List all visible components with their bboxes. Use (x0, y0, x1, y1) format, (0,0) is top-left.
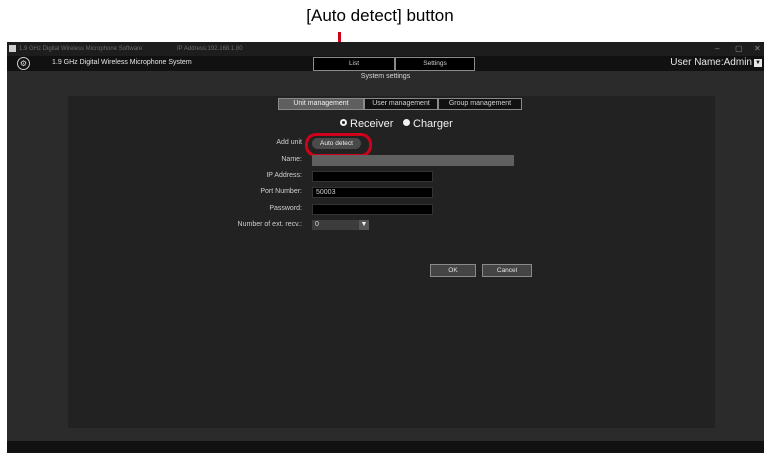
ip-address-field-label: IP Address: (266, 172, 302, 179)
user-name[interactable]: User Name:Admin (670, 57, 752, 68)
app-window: 1.9 GHz Digital Wireless Microphone Soft… (7, 42, 764, 453)
window-titlebar: 1.9 GHz Digital Wireless Microphone Soft… (7, 42, 764, 56)
cancel-button[interactable]: Cancel (482, 264, 532, 277)
password-label: Password: (269, 205, 302, 212)
ext-recv-select[interactable]: 0 (312, 220, 362, 230)
gear-icon[interactable]: ⚙ (17, 57, 30, 70)
close-icon[interactable]: ✕ (754, 44, 761, 53)
tab-unit-management[interactable]: Unit management (278, 98, 364, 110)
charger-radio[interactable]: Charger (403, 118, 453, 130)
maximize-icon[interactable]: ▢ (735, 44, 743, 53)
ip-address-label: IP Address:192.168.1.80 (177, 46, 243, 52)
minimize-icon[interactable]: – (715, 44, 719, 53)
radio-selected-icon (340, 119, 347, 126)
annotation-label: [Auto detect] button (306, 6, 454, 25)
tab-user-management[interactable]: User management (364, 98, 438, 110)
name-label: Name: (281, 156, 302, 163)
page-title: System settings (360, 73, 411, 80)
app-header: ⚙ 1.9 GHz Digital Wireless Microphone Sy… (7, 56, 764, 71)
chevron-down-icon[interactable]: ▼ (359, 220, 369, 230)
app-icon (9, 45, 16, 52)
system-name: 1.9 GHz Digital Wireless Microphone Syst… (52, 59, 192, 66)
receiver-radio[interactable]: Receiver (340, 118, 393, 130)
status-bar (7, 441, 764, 453)
port-number-field[interactable]: 50003 (312, 187, 433, 198)
radio-icon (403, 119, 410, 126)
password-field[interactable] (312, 204, 433, 215)
port-number-label: Port Number: (260, 188, 302, 195)
tab-list[interactable]: List (313, 57, 395, 71)
name-field[interactable] (312, 155, 514, 166)
tab-settings[interactable]: Settings (395, 57, 475, 71)
add-unit-label: Add unit (276, 139, 302, 146)
window-title: 1.9 GHz Digital Wireless Microphone Soft… (19, 46, 143, 52)
ok-button[interactable]: OK (430, 264, 476, 277)
ext-recv-label: Number of ext. recv.: (237, 221, 302, 228)
settings-panel (68, 96, 715, 428)
ip-address-field[interactable] (312, 171, 433, 182)
tab-group-management[interactable]: Group management (438, 98, 522, 110)
annotation-highlight-ring (305, 133, 372, 157)
chevron-down-icon[interactable]: ▼ (754, 59, 762, 67)
